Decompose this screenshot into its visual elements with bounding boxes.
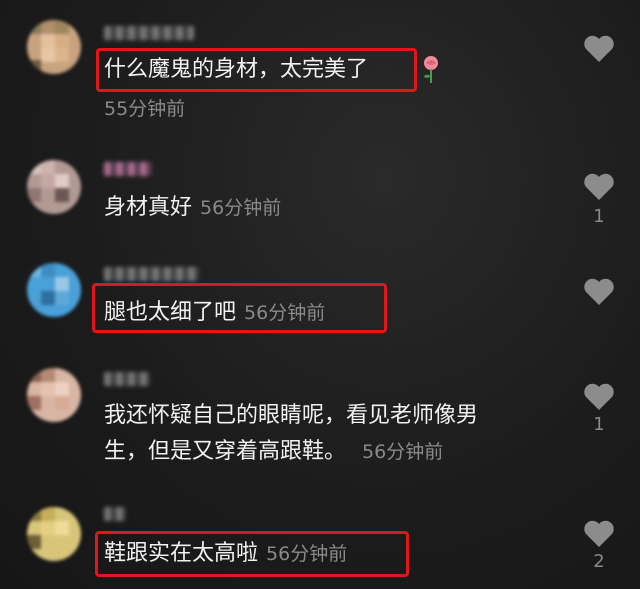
heart-icon[interactable] bbox=[582, 517, 616, 549]
like-count: 1 bbox=[593, 414, 605, 435]
comment-body: 生，但是又穿着高跟鞋。 bbox=[104, 439, 347, 464]
avatar[interactable] bbox=[27, 507, 81, 561]
comment-time: 56分钟前 bbox=[200, 197, 282, 219]
comment-body: 腿也太细了吧 bbox=[104, 300, 237, 325]
heart-icon[interactable] bbox=[582, 275, 616, 307]
comment-item[interactable]: 什么魔鬼的身材，太完美了 55分钟前 bbox=[0, 0, 640, 130]
username-blurred[interactable] bbox=[104, 162, 152, 176]
comment-time: 56分钟前 bbox=[266, 543, 348, 565]
comment-item[interactable]: 腿也太细了吧 56分钟前 bbox=[0, 255, 640, 350]
comment-item[interactable]: 我还怀疑自己的眼睛呢，看见老师像男 生，但是又穿着高跟鞋。 56分钟前 1 bbox=[0, 360, 640, 490]
username-blurred[interactable] bbox=[104, 267, 199, 281]
username-blurred[interactable] bbox=[104, 26, 194, 40]
comment-body: 鞋跟实在太高啦 bbox=[104, 541, 259, 566]
comment-item[interactable]: 鞋跟实在太高啦 56分钟前 2 bbox=[0, 495, 640, 589]
rose-icon bbox=[424, 56, 438, 83]
username-blurred[interactable] bbox=[104, 507, 126, 521]
comment-text-line2: 生，但是又穿着高跟鞋。 56分钟前 bbox=[104, 436, 443, 468]
comment-body: 身材真好 bbox=[104, 195, 193, 220]
comment-text-line1: 我还怀疑自己的眼睛呢，看见老师像男 bbox=[104, 403, 479, 428]
avatar[interactable] bbox=[27, 368, 81, 422]
avatar[interactable] bbox=[27, 20, 81, 74]
comment-text: 身材真好 56分钟前 bbox=[104, 192, 281, 224]
like-count: 2 bbox=[593, 551, 605, 572]
comment-time: 56分钟前 bbox=[362, 441, 444, 463]
comment-item[interactable]: 身材真好 56分钟前 1 bbox=[0, 150, 640, 250]
avatar[interactable] bbox=[27, 160, 81, 214]
heart-icon[interactable] bbox=[582, 32, 616, 64]
heart-icon[interactable] bbox=[582, 380, 616, 412]
username-blurred[interactable] bbox=[104, 372, 150, 386]
comment-time: 55分钟前 bbox=[104, 98, 186, 120]
comment-time: 56分钟前 bbox=[244, 302, 326, 324]
comment-text: 什么魔鬼的身材，太完美了 bbox=[104, 57, 369, 82]
avatar[interactable] bbox=[27, 263, 81, 317]
like-count: 1 bbox=[593, 206, 605, 227]
comment-text: 腿也太细了吧 56分钟前 bbox=[104, 297, 325, 329]
comment-text: 鞋跟实在太高啦 56分钟前 bbox=[104, 538, 347, 570]
heart-icon[interactable] bbox=[582, 170, 616, 202]
